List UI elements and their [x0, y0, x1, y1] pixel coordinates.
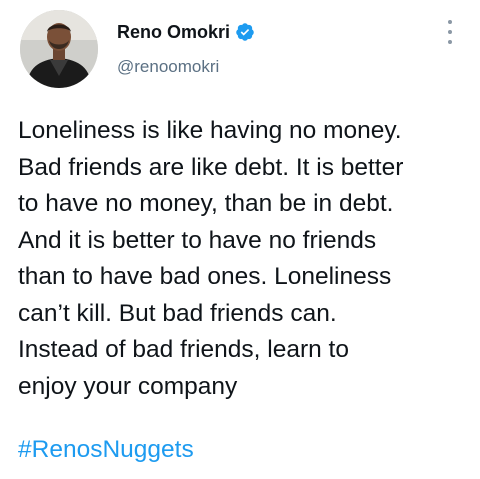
tweet-text-line: than to have bad ones. Loneliness: [18, 263, 392, 290]
tweet-text-line: Bad friends are like debt. It is better: [18, 153, 404, 181]
author-handle[interactable]: @renoomokri: [117, 57, 219, 77]
verified-badge-icon: [235, 22, 255, 42]
tweet-text-line: can’t kill. But bad friends can.: [18, 299, 337, 327]
more-options-icon[interactable]: [440, 20, 460, 44]
tweet-card: Reno Omokri @renoomokri Loneliness is li…: [0, 0, 480, 479]
tweet-text-line: to have no money, than be in debt.: [18, 190, 394, 217]
author-name[interactable]: Reno Omokri: [117, 22, 230, 43]
tweet-text-line: And it is better to have no friends: [18, 226, 377, 254]
author-name-row: Reno Omokri: [117, 20, 255, 44]
tweet-text: Loneliness is like having no money. Bad …: [18, 113, 468, 405]
more-dot-icon: [448, 40, 452, 44]
more-dot-icon: [448, 30, 452, 34]
avatar-image: [20, 10, 98, 88]
more-dot-icon: [448, 20, 452, 24]
hashtag-link[interactable]: #RenosNuggets: [18, 432, 194, 468]
tweet-text-line: enjoy your company: [18, 372, 238, 400]
avatar[interactable]: [20, 10, 98, 88]
tweet-text-line: Instead of bad friends, learn to: [18, 336, 349, 363]
tweet-text-line: Loneliness is like having no money.: [18, 117, 402, 144]
